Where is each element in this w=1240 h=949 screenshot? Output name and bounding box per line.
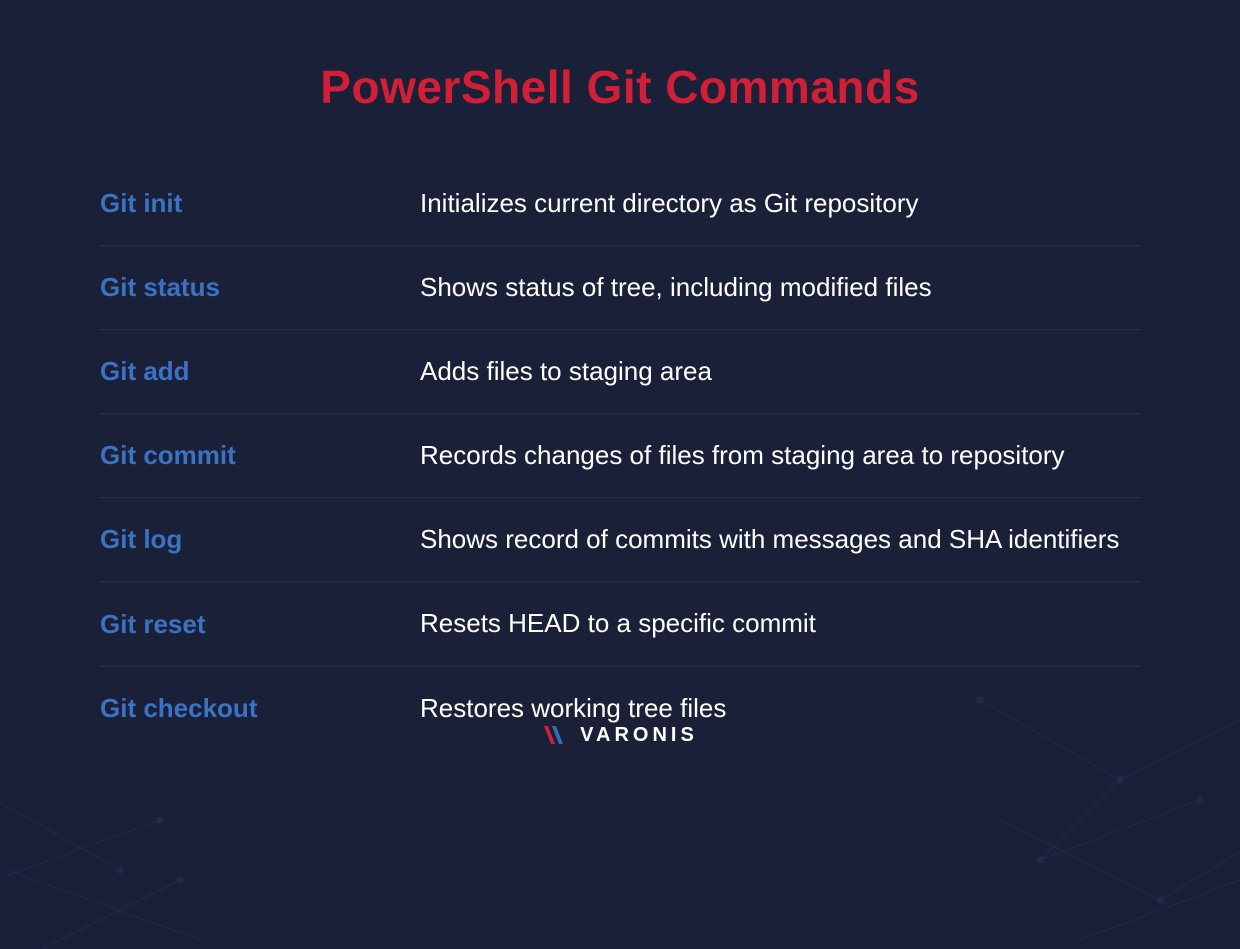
command-row: Git init Initializes current directory a… [100, 162, 1140, 246]
varonis-logo: VARONIS [542, 724, 698, 747]
footer: VARONIS [100, 724, 1140, 752]
command-name: Git commit [100, 440, 420, 471]
command-list: Git init Initializes current directory a… [100, 162, 1140, 750]
command-desc: Initializes current directory as Git rep… [420, 186, 1140, 221]
varonis-logo-text: VARONIS [580, 724, 698, 747]
command-desc: Resets HEAD to a specific commit [420, 606, 1140, 641]
command-name: Git add [100, 356, 420, 387]
command-row: Git commit Records changes of files from… [100, 414, 1140, 498]
command-row: Git add Adds files to staging area [100, 330, 1140, 414]
command-desc: Records changes of files from staging ar… [420, 438, 1140, 473]
command-name: Git reset [100, 609, 420, 640]
varonis-logo-icon [542, 724, 572, 746]
command-name: Git init [100, 188, 420, 219]
page: PowerShell Git Commands Git init Initial… [0, 0, 1240, 949]
command-row: Git log Shows record of commits with mes… [100, 498, 1140, 582]
command-desc: Shows status of tree, including modified… [420, 270, 1140, 305]
command-row: Git status Shows status of tree, includi… [100, 246, 1140, 330]
page-title: PowerShell Git Commands [100, 60, 1140, 114]
command-row: Git reset Resets HEAD to a specific comm… [100, 582, 1140, 666]
command-desc: Restores working tree files [420, 691, 1140, 726]
command-desc: Shows record of commits with messages an… [420, 522, 1140, 557]
command-name: Git checkout [100, 693, 420, 724]
command-name: Git log [100, 524, 420, 555]
command-desc: Adds files to staging area [420, 354, 1140, 389]
command-name: Git status [100, 272, 420, 303]
